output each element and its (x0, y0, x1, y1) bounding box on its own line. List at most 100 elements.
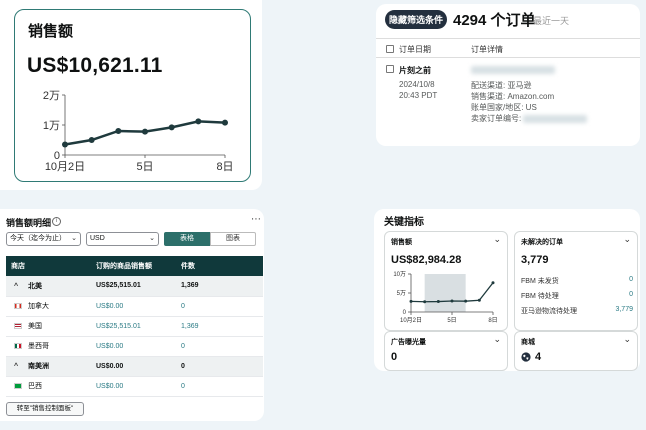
col-units[interactable]: 件数 (176, 256, 263, 276)
data-point (168, 124, 175, 131)
metric-markets-value: 4 (535, 351, 542, 363)
info-icon[interactable]: i (52, 217, 61, 226)
date-range-value: 今天（迄今为止） (10, 235, 66, 242)
order-fulfillment: 配送渠道: 亚马逊 (471, 81, 532, 90)
order-time: 20:43 PDT (399, 91, 438, 100)
more-options-icon[interactable]: ⋯ (251, 214, 261, 225)
data-point (142, 128, 148, 135)
chevron-down-icon: ⌄ (71, 235, 77, 242)
sales-cell[interactable]: US$0.00 (91, 376, 176, 397)
goto-sales-dashboard-button[interactable]: 转至"销售控制面板" (6, 402, 84, 416)
sales-cell[interactable]: US$0.00 (91, 336, 176, 357)
orders-table-header: 订单日期 订单详情 (376, 38, 640, 58)
data-point (88, 137, 95, 143)
metric-ads-label: 广告曝光量 (391, 339, 426, 346)
key-metrics-panel: 关键指标 销售额 ⌄ US$82,984.28 0 5万 10万 10月2日 5日 8日 … (374, 209, 640, 371)
collapse-icon[interactable]: ^ (14, 363, 22, 370)
chevron-down-icon[interactable]: ⌄ (493, 334, 501, 345)
flag-ca-icon (14, 303, 22, 310)
unfulfilled-row-value[interactable]: 0 (629, 291, 633, 298)
metric-ads-value: 0 (391, 351, 398, 363)
store-cell: 墨西哥 (6, 336, 91, 357)
sales-cell[interactable]: US$25,515.01 (91, 316, 176, 337)
unfulfilled-row: FBM 待处理 0 (521, 291, 633, 301)
metric-unfulfilled-value: 3,779 (521, 254, 549, 266)
metric-card-marketplaces[interactable]: 商城 ⌄ 4 (514, 331, 638, 371)
region-row[interactable]: ^ 北美 US$25,515.01 1,369 (6, 276, 263, 297)
hide-filters-button[interactable]: 隐藏筛选条件 (385, 10, 447, 29)
header-order-detail: 订单详情 (471, 45, 503, 54)
sales-title: 销售额 (28, 23, 74, 40)
region-row[interactable]: ^ 南美洲 US$0.00 0 (6, 356, 263, 377)
chart-view-toggle[interactable]: 图表 (210, 232, 256, 246)
y-tick-label: 2万 (43, 90, 60, 102)
x-tick-label: 10月2日 (45, 161, 85, 173)
redacted-order-id (471, 65, 555, 74)
chevron-down-icon[interactable]: ⌄ (623, 334, 631, 345)
unfulfilled-row: FBM 未发货 0 (521, 276, 633, 286)
sales-chart: 01万2万10月2日 5日 8日 (43, 90, 234, 173)
store-name: 巴西 (28, 383, 42, 390)
store-name: 墨西哥 (28, 343, 49, 350)
metric-sales-value: US$82,984.28 (391, 254, 462, 266)
order-row[interactable]: 片刻之前 2024/10/8 20:43 PDT 配送渠道: 亚马逊 销售渠道:… (376, 60, 640, 146)
data-point (409, 299, 413, 303)
units-cell[interactable]: 0 (176, 296, 263, 317)
chevron-down-icon[interactable]: ⌄ (623, 234, 631, 245)
order-id-redacted[interactable] (471, 65, 555, 74)
unfulfilled-row-label: 亚马逊物流待处理 (521, 308, 577, 315)
sales-cell: US$0.00 (91, 356, 176, 377)
units-cell[interactable]: 0 (176, 376, 263, 397)
sales-card[interactable]: 销售额 US$10,621.11 0 1万 2万 10月2日 5日 8日 (14, 9, 251, 182)
data-point (436, 300, 440, 304)
data-point (195, 118, 202, 125)
orders-period: 最近一天 (533, 16, 570, 26)
units-cell[interactable]: 1,369 (176, 316, 263, 337)
units-cell: 1,369 (176, 276, 263, 297)
data-point (464, 299, 468, 303)
flag-us-icon (14, 323, 22, 330)
currency-select[interactable]: USD ⌄ (86, 232, 159, 246)
data-point (477, 298, 481, 302)
y-tick-label: 10万 (393, 271, 406, 278)
x-tick-label: 5日 (136, 161, 153, 173)
metric-card-sales[interactable]: 销售额 ⌄ US$82,984.28 0 5万 10万 10月2日 5日 8日 (384, 231, 508, 331)
metric-card-ad-impressions[interactable]: 广告曝光量 ⌄ 0 (384, 331, 508, 371)
unfulfilled-row-value[interactable]: 3,779 (615, 306, 633, 313)
data-point (222, 119, 228, 126)
country-row[interactable]: 墨西哥 US$0.00 0 (6, 336, 263, 357)
store-name: 北美 (28, 282, 42, 290)
metric-card-unfulfilled[interactable]: 未解决的订单 ⌄ 3,779 FBM 未发货 0 FBM 待处理 0 亚马逊物流… (514, 231, 638, 331)
store-cell: ^ 南美洲 (6, 356, 91, 377)
country-row[interactable]: 美国 US$25,515.01 1,369 (6, 316, 263, 337)
store-cell: ^ 北美 (6, 276, 91, 297)
date-range-select[interactable]: 今天（迄今为止） ⌄ (6, 232, 81, 246)
store-cell: 巴西 (6, 376, 91, 397)
col-sales[interactable]: 订购的商品销售额 (91, 256, 176, 276)
sales-cell[interactable]: US$0.00 (91, 296, 176, 317)
header-order-date: 订单日期 (399, 45, 431, 54)
order-checkbox[interactable] (386, 65, 394, 73)
data-point (450, 299, 454, 303)
collapse-icon[interactable]: ^ (14, 283, 22, 290)
units-cell: 0 (176, 356, 263, 377)
chevron-down-icon[interactable]: ⌄ (493, 234, 501, 245)
select-all-checkbox[interactable] (386, 45, 394, 53)
sales-breakdown-panel: 销售额明细 i ⋯ 今天（迄今为止） ⌄ USD ⌄ 表格 图表 商店 订购的商… (0, 209, 264, 421)
data-point (62, 141, 68, 148)
order-when: 片刻之前 (399, 66, 431, 75)
redacted-seller-order-id (523, 114, 588, 123)
data-point (491, 281, 495, 285)
country-row[interactable]: 巴西 US$0.00 0 (6, 376, 263, 397)
col-store[interactable]: 商店 (6, 256, 91, 276)
x-tick-label: 5日 (447, 317, 456, 324)
table-view-toggle[interactable]: 表格 (164, 232, 210, 246)
country-row[interactable]: 加拿大 US$0.00 0 (6, 296, 263, 317)
order-seller-id: 卖家订单编号: (471, 113, 588, 124)
unfulfilled-row-value[interactable]: 0 (629, 276, 633, 283)
y-tick-label: 1万 (43, 120, 60, 132)
order-date: 2024/10/8 (399, 80, 435, 89)
x-tick-label: 8日 (216, 161, 233, 173)
breakdown-title: 销售额明细 (6, 218, 52, 228)
units-cell[interactable]: 0 (176, 336, 263, 357)
